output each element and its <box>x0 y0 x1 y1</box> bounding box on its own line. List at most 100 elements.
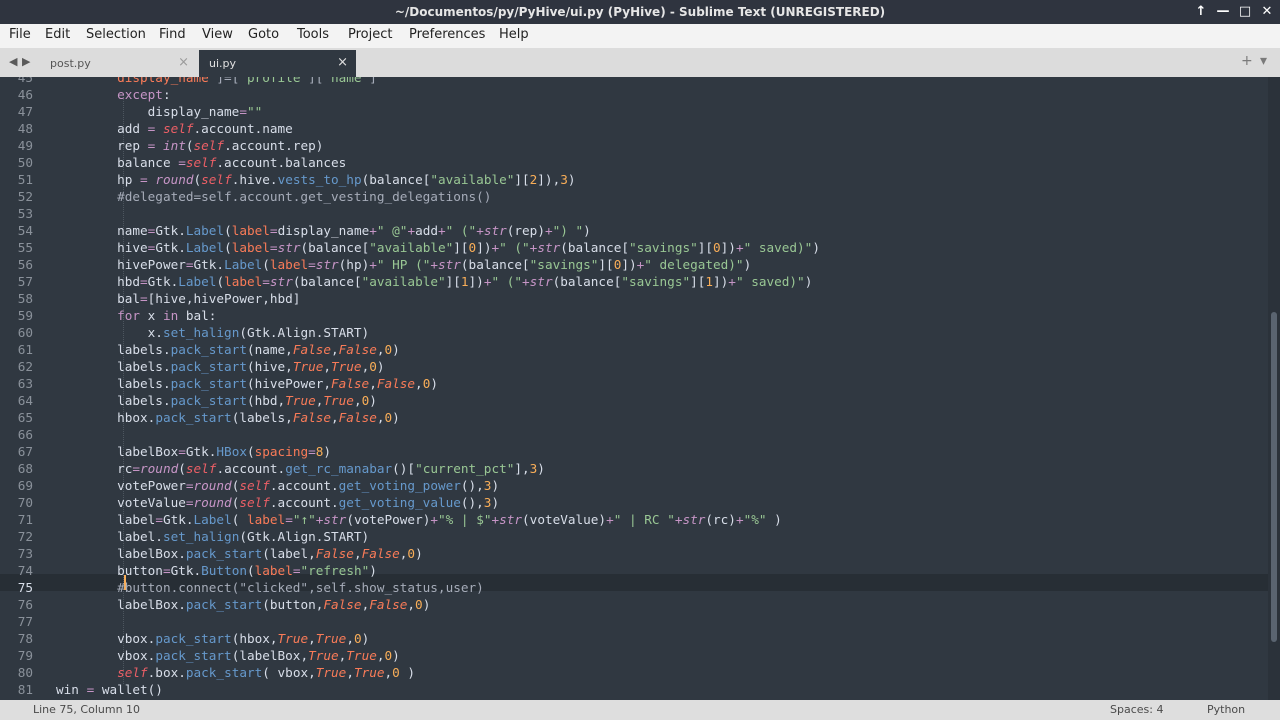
line-number: 50 <box>17 155 33 170</box>
code-line: vbox.pack_start(labelBox,True,True,0) <box>56 648 400 663</box>
new-tab-icon[interactable]: + <box>1241 53 1253 69</box>
vertical-scrollbar[interactable] <box>1268 77 1280 700</box>
code-line: rep = int(self.account.rep) <box>56 138 324 153</box>
line-number: 74 <box>17 563 33 578</box>
code-line: vbox.pack_start(hbox,True,True,0) <box>56 631 370 646</box>
line-number: 57 <box>17 274 33 289</box>
code-line: labels.pack_start(hivePower,False,False,… <box>56 376 438 391</box>
line-number: 77 <box>17 614 33 629</box>
line-number: 51 <box>17 172 33 187</box>
line-number: 72 <box>17 529 33 544</box>
title-bar: ~/Documentos/py/PyHive/ui.py (PyHive) - … <box>0 0 1280 24</box>
line-number: 61 <box>17 342 33 357</box>
line-number: 70 <box>17 495 33 510</box>
code-line: #button.connect("clicked",self.show_stat… <box>117 580 484 595</box>
code-line: except: <box>117 87 171 102</box>
tab-forward-icon[interactable]: ▶ <box>22 55 30 68</box>
tab-label: post.py <box>50 57 91 70</box>
line-number: 47 <box>17 104 33 119</box>
line-number: 46 <box>17 87 33 102</box>
menu-find[interactable]: Find <box>159 27 186 42</box>
tab-bar: ◀ ▶ post.py × ui.py × + ▾ <box>0 48 1280 78</box>
code-line: hbd=Gtk.Label(label=str(balance["availab… <box>56 274 813 289</box>
code-line: hp = round(self.hive.vests_to_hp(balance… <box>56 172 576 187</box>
menu-view[interactable]: View <box>202 27 233 42</box>
code-line: labelBox.pack_start(label,False,False,0) <box>56 546 423 561</box>
cursor-position[interactable]: Line 75, Column 10 <box>33 703 140 716</box>
code-line: hive=Gtk.Label(label=str(balance["availa… <box>56 240 820 255</box>
line-number: 53 <box>17 206 33 221</box>
code-line: add = self.account.name <box>56 121 293 136</box>
line-number: 48 <box>17 121 33 136</box>
code-line: #delegated=self.account.get_vesting_dele… <box>117 189 492 204</box>
line-number: 49 <box>17 138 33 153</box>
menu-preferences[interactable]: Preferences <box>409 27 485 42</box>
tab-close-icon[interactable]: × <box>178 55 189 70</box>
minimize-icon[interactable]: — <box>1214 3 1232 21</box>
menu-project[interactable]: Project <box>348 27 392 42</box>
line-number: 55 <box>17 240 33 255</box>
code-line: votePower=round(self.account.get_voting_… <box>56 478 500 493</box>
code-line: rc=round(self.account.get_rc_manabar()["… <box>56 461 545 476</box>
line-number: 56 <box>17 257 33 272</box>
code-area[interactable]: display_name ]=["profile"]["name"] excep… <box>56 77 1256 700</box>
line-number: 69 <box>17 478 33 493</box>
menu-tools[interactable]: Tools <box>297 27 329 42</box>
line-number-gutter: 45 46 47 48 49 50 51 52 53 54 55 56 57 58 59 60 61 62 63 6… <box>0 77 44 700</box>
menu-goto[interactable]: Goto <box>248 27 279 42</box>
code-line: labelBox.pack_start(button,False,False,0… <box>56 597 431 612</box>
code-line: labels.pack_start(hive,True,True,0) <box>56 359 385 374</box>
status-bar: Line 75, Column 10 Spaces: 4 Python <box>0 700 1280 720</box>
code-line: label.set_halign(Gtk.Align.START) <box>56 529 370 544</box>
line-number: 80 <box>17 665 33 680</box>
line-number: 45 <box>17 77 33 85</box>
line-number: 67 <box>17 444 33 459</box>
code-line: balance =self.account.balances <box>56 155 347 170</box>
line-number: 75 <box>17 580 33 595</box>
code-line: labels.pack_start(name,False,False,0) <box>56 342 400 357</box>
code-line: name=Gtk.Label(label=display_name+" @"+a… <box>56 223 591 238</box>
close-window-icon[interactable]: ✕ <box>1258 3 1276 21</box>
tab-close-icon[interactable]: × <box>337 55 348 70</box>
vertical-scrollbar-thumb[interactable] <box>1271 312 1277 642</box>
code-line: for x in bal: <box>117 308 217 323</box>
line-number: 71 <box>17 512 33 527</box>
line-number: 76 <box>17 597 33 612</box>
code-line: label=Gtk.Label( label="↑"+str(votePower… <box>56 512 782 527</box>
code-line: hivePower=Gtk.Label(label=str(hp)+" HP (… <box>56 257 752 272</box>
code-line: voteValue=round(self.account.get_voting_… <box>56 495 500 510</box>
menu-bar: File Edit Selection Find View Goto Tools… <box>0 24 1280 48</box>
line-number: 65 <box>17 410 33 425</box>
code-line: button=Gtk.Button(label="refresh") <box>56 563 377 578</box>
code-line: labels.pack_start(hbd,True,True,0) <box>56 393 377 408</box>
indentation-setting[interactable]: Spaces: 4 <box>1110 703 1163 716</box>
line-number: 63 <box>17 376 33 391</box>
menu-file[interactable]: File <box>9 27 31 42</box>
menu-help[interactable]: Help <box>499 27 529 42</box>
menu-edit[interactable]: Edit <box>45 27 70 42</box>
line-number: 68 <box>17 461 33 476</box>
menu-selection[interactable]: Selection <box>86 27 146 42</box>
tab-ui-py[interactable]: ui.py × <box>199 50 356 77</box>
code-line: hbox.pack_start(labels,False,False,0) <box>56 410 400 425</box>
keep-above-icon[interactable]: ↑ <box>1192 3 1210 21</box>
code-line-partial: display_name ]=["profile"]["name"] <box>117 77 377 85</box>
line-number: 52 <box>17 189 33 204</box>
line-number: 73 <box>17 546 33 561</box>
line-number: 79 <box>17 648 33 663</box>
line-number: 66 <box>17 427 33 442</box>
line-number: 81 <box>17 682 33 697</box>
tab-menu-icon[interactable]: ▾ <box>1260 53 1267 69</box>
tab-post-py[interactable]: post.py × <box>40 50 197 77</box>
tab-back-icon[interactable]: ◀ <box>9 55 17 68</box>
syntax-mode[interactable]: Python <box>1207 703 1245 716</box>
line-number: 54 <box>17 223 33 238</box>
window-title: ~/Documentos/py/PyHive/ui.py (PyHive) - … <box>394 5 886 19</box>
code-editor[interactable]: 45 46 47 48 49 50 51 52 53 54 55 56 57 58 59 60 61 62 63 6… <box>0 77 1268 700</box>
maximize-icon[interactable]: □ <box>1236 3 1254 21</box>
code-line: win = wallet() <box>56 682 163 697</box>
tab-label: ui.py <box>209 57 237 70</box>
line-number: 59 <box>17 308 33 323</box>
line-number: 62 <box>17 359 33 374</box>
code-line: labelBox=Gtk.HBox(spacing=8) <box>56 444 332 459</box>
